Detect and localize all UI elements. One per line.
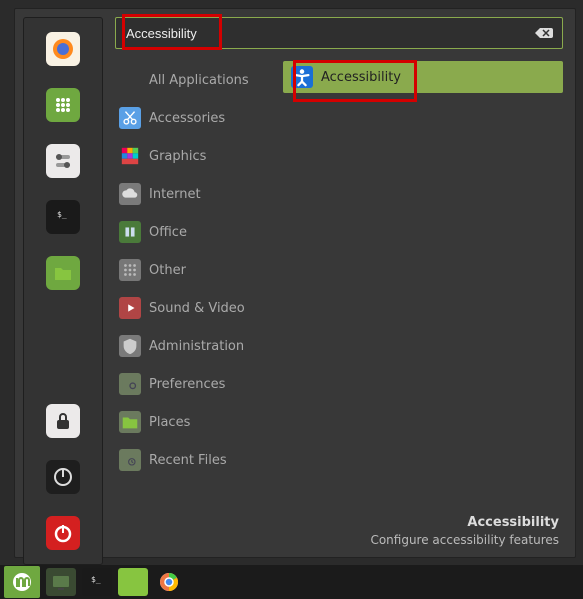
favorite-settings-toggles[interactable] — [46, 144, 80, 178]
favorite-terminal[interactable] — [46, 200, 80, 234]
footer-title: Accessibility — [115, 514, 559, 532]
favorite-lock[interactable] — [46, 404, 80, 438]
category-item[interactable]: Recent Files — [115, 441, 275, 479]
result-label: Accessibility — [321, 70, 401, 85]
category-item[interactable]: Office — [115, 213, 275, 251]
taskbar-terminal[interactable] — [82, 568, 112, 596]
category-item[interactable]: Other — [115, 251, 275, 289]
menu-main-column: All Applications Accessories Graphics Inter… — [111, 9, 575, 557]
office-icon — [119, 221, 141, 243]
category-list: All Applications Accessories Graphics Inter… — [115, 61, 275, 508]
category-label: All Applications — [149, 73, 249, 88]
taskbar-chrome[interactable] — [154, 568, 184, 596]
taskbar — [0, 565, 583, 599]
category-item[interactable]: Places — [115, 403, 275, 441]
category-label: Internet — [149, 187, 201, 202]
search-input[interactable] — [124, 22, 534, 45]
accessibility-icon — [291, 66, 313, 88]
footer-desc: Configure accessibility features — [115, 532, 559, 549]
favorite-logout[interactable] — [46, 460, 80, 494]
category-item[interactable]: Preferences — [115, 365, 275, 403]
category-label: Sound & Video — [149, 301, 245, 316]
category-item[interactable]: Sound & Video — [115, 289, 275, 327]
folder-icon — [119, 411, 141, 433]
shield-icon — [119, 335, 141, 357]
taskbar-files[interactable] — [118, 568, 148, 596]
favorite-files[interactable] — [46, 256, 80, 290]
favorite-power[interactable] — [46, 516, 80, 550]
results-list: Accessibility — [283, 61, 563, 508]
cloud-icon — [119, 183, 141, 205]
category-item[interactable]: Accessories — [115, 99, 275, 137]
application-menu: All Applications Accessories Graphics Inter… — [14, 8, 576, 558]
category-item[interactable]: Administration — [115, 327, 275, 365]
backspace-icon[interactable] — [534, 25, 554, 41]
recent-icon — [119, 449, 141, 471]
favorite-firefox[interactable] — [46, 32, 80, 66]
taskbar-show-desktop[interactable] — [46, 568, 76, 596]
category-item[interactable]: Graphics — [115, 137, 275, 175]
gear-folder-icon — [119, 373, 141, 395]
category-label: Office — [149, 225, 187, 240]
category-item[interactable]: All Applications — [115, 61, 275, 99]
category-label: Accessories — [149, 111, 225, 126]
category-label: Preferences — [149, 377, 225, 392]
category-label: Administration — [149, 339, 244, 354]
category-item[interactable]: Internet — [115, 175, 275, 213]
favorite-apps[interactable] — [46, 88, 80, 122]
menu-footer: Accessibility Configure accessibility fe… — [115, 508, 563, 549]
taskbar-mint-menu[interactable] — [4, 566, 40, 598]
category-label: Graphics — [149, 149, 206, 164]
category-label: Places — [149, 415, 190, 430]
result-accessibility[interactable]: Accessibility — [283, 61, 563, 93]
play-icon — [119, 297, 141, 319]
favorites-sidebar — [23, 17, 103, 565]
dots-icon — [119, 259, 141, 281]
rainbow-icon — [119, 145, 141, 167]
category-label: Recent Files — [149, 453, 227, 468]
scissors-icon — [119, 107, 141, 129]
category-label: Other — [149, 263, 186, 278]
search-row — [115, 17, 563, 49]
